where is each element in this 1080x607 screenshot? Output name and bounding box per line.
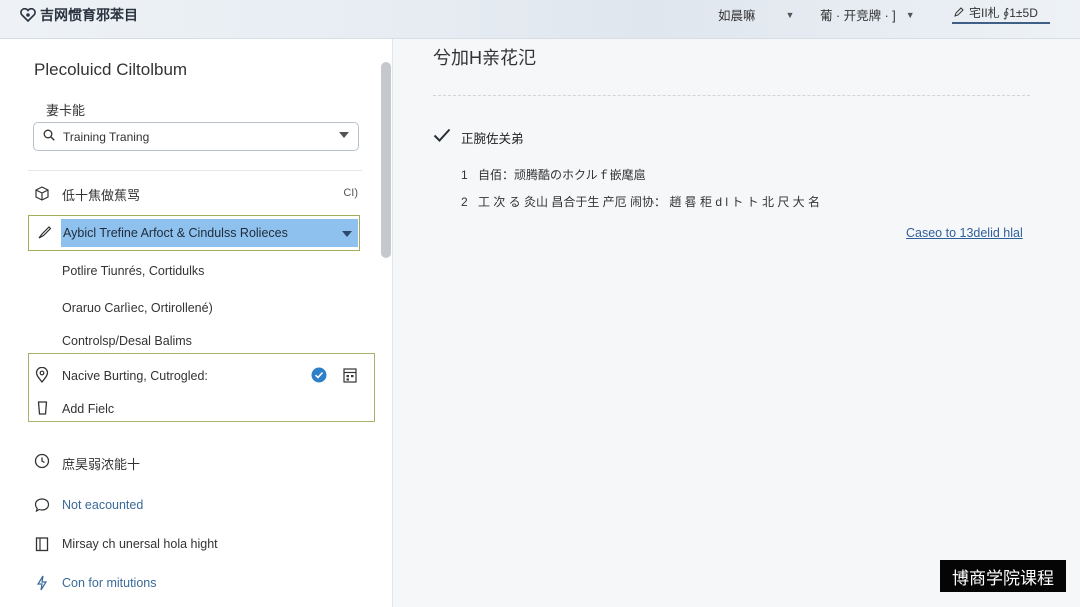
divider xyxy=(433,95,1030,96)
list-item-1-label: 庶昊弱浓能十 xyxy=(62,457,141,472)
step-item-2: 2 工 次 る 灸山 昌合于生 产厄 闹协： 趙 晷 秬 d l ト ト 北 尺 … xyxy=(461,193,820,210)
menu-2-label: 葡 · 开竞牌 · ] xyxy=(820,9,896,23)
dropdown-arrow-icon xyxy=(339,132,349,138)
dropdown-arrow-icon xyxy=(342,231,352,237)
speech-bubble-icon xyxy=(34,498,50,513)
top-bar: 吉网惯育邪苯目 如晨嘛 ▼ 葡 · 开竞牌 · ] ▼ 宅II札 ∮1±5D xyxy=(0,0,1080,39)
sidebar-title: Plecoluicd Ciltolbum xyxy=(34,60,188,79)
menu-dropdown-1[interactable]: 如晨嘛 ▼ xyxy=(718,5,794,24)
list-item-4[interactable]: Con for mitutions xyxy=(34,574,354,594)
list-item-2[interactable]: Not eacounted xyxy=(34,496,354,516)
step-number: 2 xyxy=(461,195,468,209)
selected-item-highlight[interactable]: Aybicl Trefine Arfoct & Cindulss Roliece… xyxy=(61,219,358,247)
heart-logo-icon xyxy=(20,8,36,22)
step-number: 1 xyxy=(461,168,468,182)
main-panel: 兮加H亲花氾 正腕佐关弟 1 自佰：顽腾酷のホクルｆ嵌麾扈 2 工 次 る 灸山 昌… xyxy=(393,39,1080,607)
step-text: 工 次 る 灸山 昌合于生 产厄 闹协： 趙 晷 秬 d l ト ト 北 尺 大… xyxy=(478,195,821,209)
calendar-icon[interactable] xyxy=(343,367,357,383)
list-item-1[interactable]: 庶昊弱浓能十 xyxy=(34,452,354,472)
check-circle-icon[interactable] xyxy=(311,367,327,383)
checkmark-icon xyxy=(433,128,451,142)
bolt-icon xyxy=(36,575,48,591)
sidebar-scrollbar[interactable] xyxy=(381,62,391,258)
box-icon xyxy=(35,186,49,201)
search-select[interactable]: Training Traning xyxy=(33,122,359,151)
section-header-label: 低十焦做蕉骂 xyxy=(62,188,141,203)
list-item-2-label: Not eacounted xyxy=(62,498,144,512)
sub-item-2[interactable]: Oraruo Carlìec, Ortirollené) xyxy=(62,301,213,315)
menu-1-label: 如晨嘛 xyxy=(718,9,756,23)
group-box: Nacive Burting, Cutrogled: Add Fielc xyxy=(28,353,375,422)
section-count: CI) xyxy=(343,187,358,199)
selected-item-label: Aybicl Trefine Arfoct & Cindulss Roliece… xyxy=(63,226,288,240)
divider xyxy=(28,170,362,171)
menu-dropdown-2[interactable]: 葡 · 开竞牌 · ] ▼ xyxy=(820,5,915,24)
selected-item-dropdown[interactable]: Aybicl Trefine Arfoct & Cindulss Roliece… xyxy=(28,215,360,251)
task-heading: 正腕佐关弟 xyxy=(461,132,524,146)
group-row-1-label[interactable]: Nacive Burting, Cutrogled: xyxy=(62,369,208,383)
brand-title: 吉网惯育邪苯目 xyxy=(40,7,138,23)
clock-icon xyxy=(34,453,50,469)
list-item-4-label: Con for mitutions xyxy=(62,576,157,590)
book-icon xyxy=(35,537,49,552)
step-item-1: 1 自佰：顽腾酷のホクルｆ嵌麾扈 xyxy=(461,166,646,183)
add-field-button[interactable]: Add Fielc xyxy=(62,402,114,416)
list-item-3[interactable]: Mirsay ch unersal hola hight xyxy=(34,535,354,555)
continue-link[interactable]: Caseo to 13delid hlal xyxy=(906,226,1023,240)
section-header-row[interactable]: 低十焦做蕉骂 CI) xyxy=(34,184,360,204)
page-title: 兮加H亲花氾 xyxy=(433,48,536,68)
pencil-icon xyxy=(954,7,964,17)
search-value: Training Traning xyxy=(63,130,150,144)
brand[interactable]: 吉网惯育邪苯目 xyxy=(20,5,138,25)
top-right-button-label: 宅II札 ∮1±5D xyxy=(969,5,1038,20)
sidebar-section-label: 妻卡能 xyxy=(46,103,86,118)
sub-item-1[interactable]: Potlire Tiunrés, Cortidulks xyxy=(62,264,204,278)
chevron-down-icon: ▼ xyxy=(785,9,795,20)
step-text: 自佰：顽腾酷のホクルｆ嵌麾扈 xyxy=(478,168,646,182)
watermark: 博商学院课程 xyxy=(940,560,1066,592)
sub-item-3[interactable]: Controlsp/Desal Balims xyxy=(62,334,192,348)
location-pin-icon xyxy=(35,367,49,383)
list-item-3-label: Mirsay ch unersal hola hight xyxy=(62,537,218,551)
top-right-button[interactable]: 宅II札 ∮1±5D xyxy=(952,2,1050,24)
search-icon xyxy=(43,129,55,141)
chevron-down-icon: ▼ xyxy=(905,9,915,20)
sidebar: Plecoluicd Ciltolbum 妻卡能 Training Tranin… xyxy=(0,39,393,607)
cup-icon xyxy=(37,401,48,415)
feather-pen-icon xyxy=(38,226,52,239)
